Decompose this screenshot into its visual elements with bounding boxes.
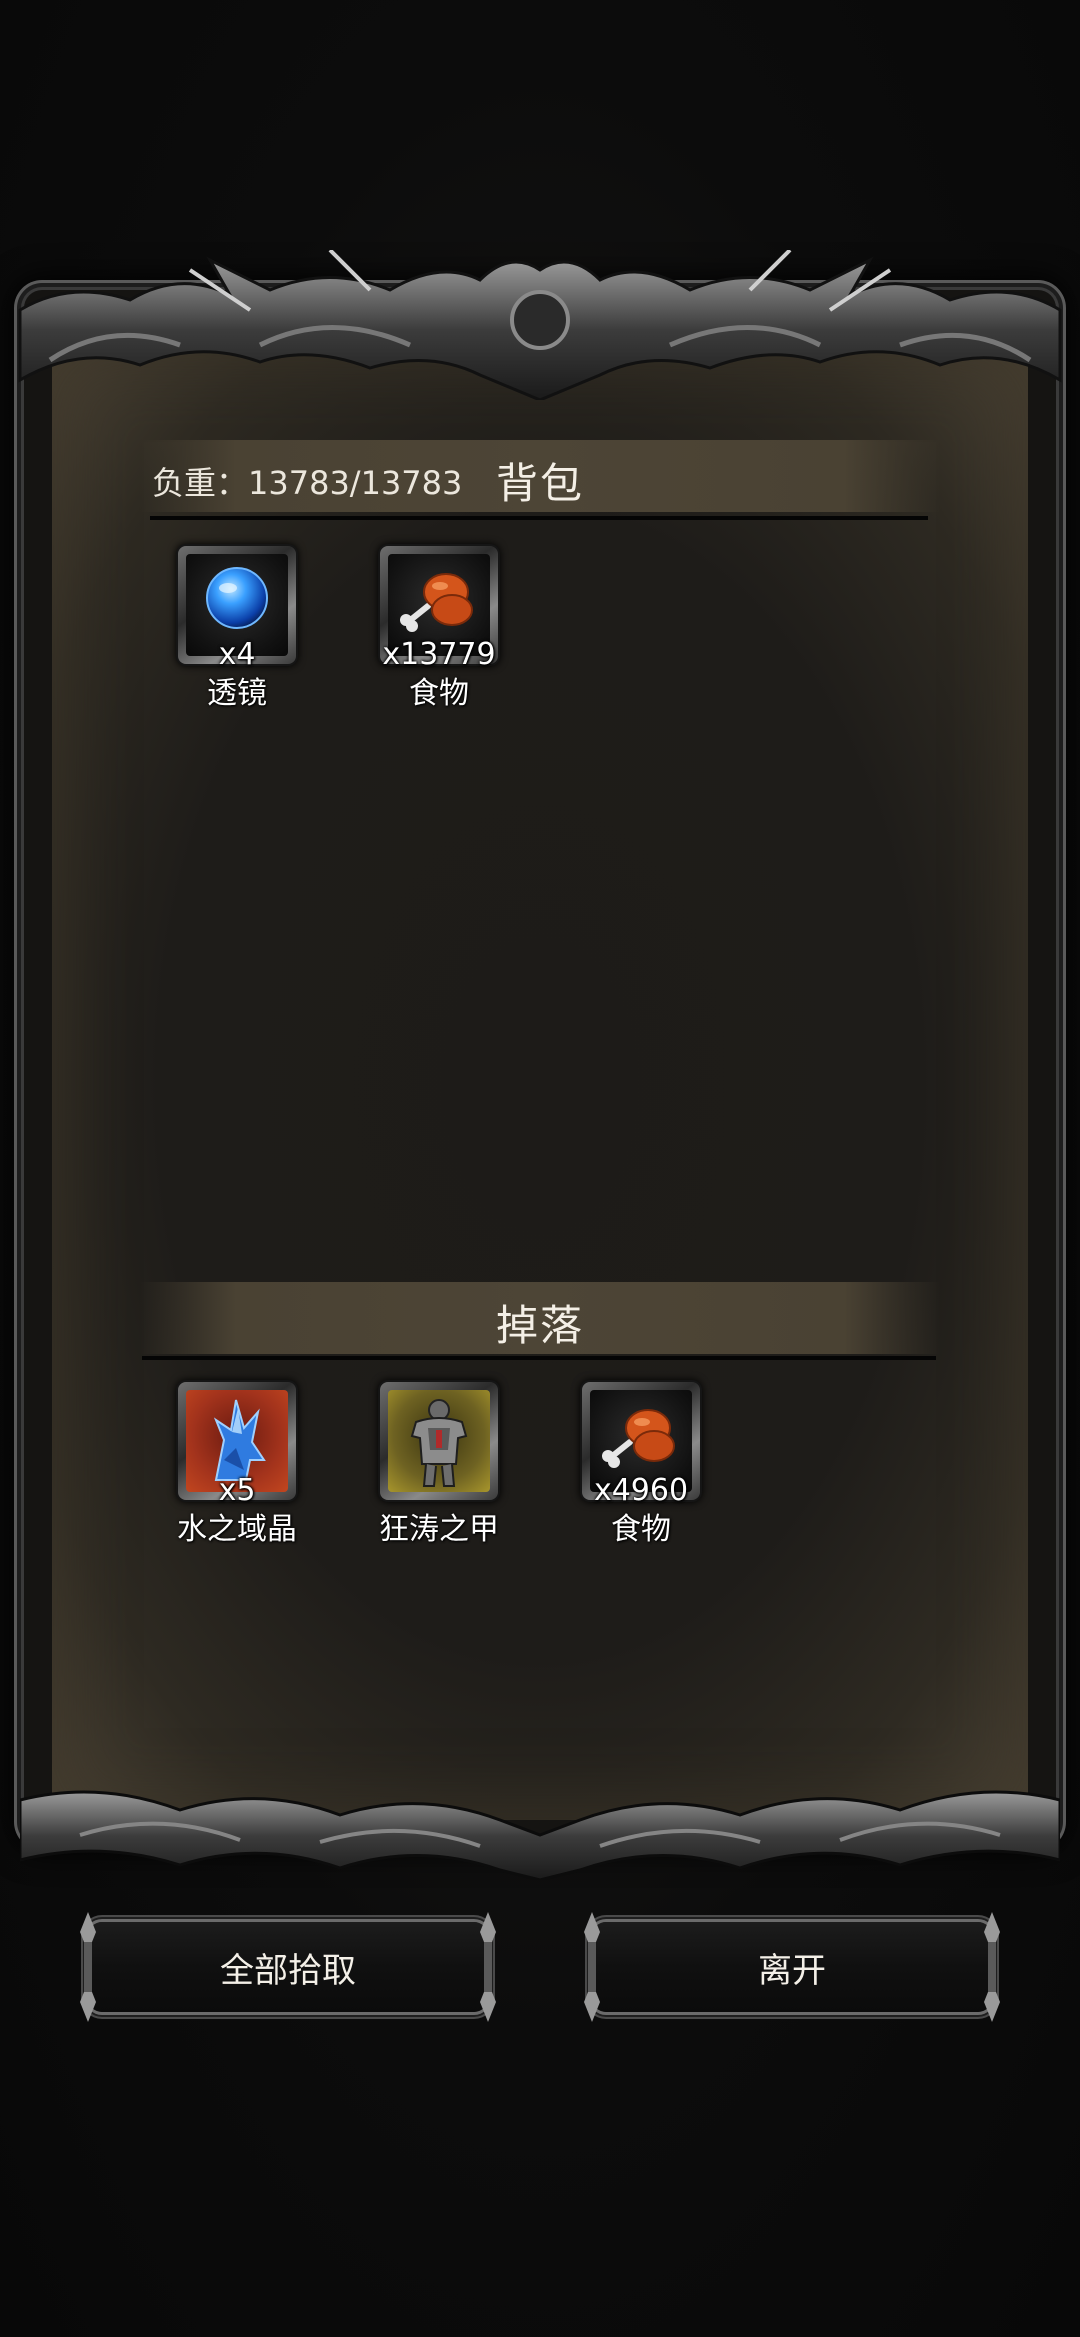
inventory-item-food[interactable]: x13779 食物: [349, 546, 529, 712]
leave-label: 离开: [758, 1950, 826, 1991]
armor-icon: [410, 1399, 468, 1487]
button-ornament-icon: [480, 1912, 496, 2022]
button-ornament-icon: [584, 1912, 600, 2022]
frame-crest-decoration: [18, 250, 1062, 400]
drop-item-armor[interactable]: 狂涛之甲: [349, 1382, 529, 1548]
inventory-header-divider: [150, 516, 928, 520]
button-ornament-icon: [80, 1912, 96, 2022]
item-slot: [380, 1382, 498, 1500]
pickup-all-label: 全部拾取: [220, 1950, 356, 1991]
item-slot: x13779: [380, 546, 498, 672]
drop-item-food[interactable]: x4960 食物: [551, 1382, 731, 1548]
inventory-title: 背包: [496, 459, 585, 508]
inventory-item-lens[interactable]: x4 透镜: [147, 546, 327, 712]
item-count: x5: [218, 1473, 256, 1508]
item-slot: x5: [178, 1382, 296, 1508]
item-slot: x4960: [582, 1382, 700, 1508]
item-slot: x4: [178, 546, 296, 672]
weight-capacity-label: 负重：13783/13783: [152, 464, 463, 502]
item-name: 狂涛之甲: [379, 1512, 499, 1547]
pickup-all-button[interactable]: 全部拾取: [80, 1912, 496, 2022]
item-count: x13779: [382, 637, 496, 672]
button-ornament-icon: [984, 1912, 1000, 2022]
drops-title: 掉落: [496, 1301, 585, 1350]
item-name: 透镜: [207, 676, 267, 711]
item-count: x4960: [593, 1473, 689, 1508]
item-name: 食物: [611, 1512, 671, 1547]
drops-header-divider: [142, 1356, 936, 1360]
item-name: 食物: [409, 676, 469, 711]
item-count: x4: [218, 637, 256, 672]
leave-button[interactable]: 离开: [584, 1912, 1000, 2022]
drop-item-water-crystal[interactable]: x5 水之域晶: [147, 1382, 327, 1548]
item-name: 水之域晶: [177, 1512, 297, 1547]
loot-screen: 负重：13783/13783 背包 x4 透镜 x13779 食物 掉落 x5 …: [0, 0, 1080, 2337]
frame-bottom-decoration: [20, 1790, 1060, 1880]
